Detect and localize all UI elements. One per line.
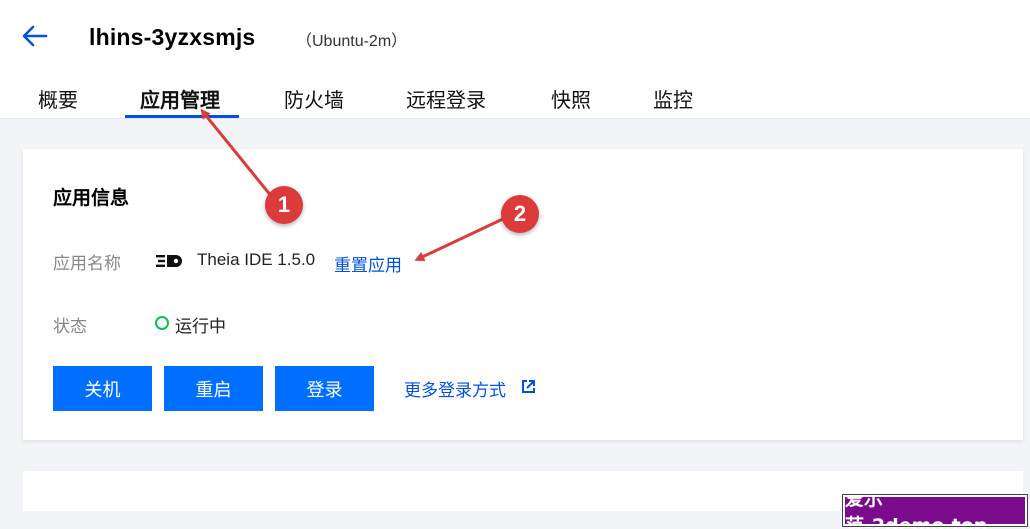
instance-os: （Ubuntu-2m） — [296, 33, 408, 50]
annotation-badge-1: 1 — [265, 186, 303, 224]
instance-title: lhins-3yzxsmjs — [89, 24, 256, 50]
status-running-icon — [155, 316, 169, 330]
top-bar: lhins-3yzxsmjs （Ubuntu-2m） 概要 应用管理 防火墙 远… — [0, 0, 1030, 119]
tab-monitoring[interactable]: 监控 — [653, 84, 693, 113]
status-value: 运行中 — [175, 317, 226, 336]
tab-overview[interactable]: 概要 — [38, 84, 78, 113]
tab-app-management[interactable]: 应用管理 — [140, 84, 220, 113]
shutdown-button[interactable]: 关机 — [53, 366, 152, 411]
active-tab-indicator — [125, 115, 239, 118]
watermark: 爱示范-2demo.top — [842, 488, 1028, 529]
external-link-icon[interactable] — [521, 379, 536, 394]
app-info-card: 应用信息 应用名称 Theia IDE 1.5.0 重置应用 状态 运行中 关机… — [23, 149, 1023, 440]
restart-button[interactable]: 重启 — [164, 366, 263, 411]
annotation-badge-2: 2 — [501, 195, 539, 233]
theia-logo-icon — [156, 255, 182, 267]
card-title: 应用信息 — [53, 188, 130, 209]
tab-remote-login[interactable]: 远程登录 — [406, 84, 486, 113]
more-login-methods-link[interactable]: 更多登录方式 — [404, 376, 506, 401]
reset-app-link[interactable]: 重置应用 — [334, 251, 402, 276]
tab-firewall[interactable]: 防火墙 — [284, 84, 344, 113]
app-name-value: Theia IDE 1.5.0 — [197, 250, 316, 269]
app-name-label: 应用名称 — [53, 254, 121, 273]
back-arrow-icon[interactable] — [20, 24, 48, 48]
tab-bar: 概要 应用管理 防火墙 远程登录 快照 监控 — [0, 84, 1030, 119]
login-button[interactable]: 登录 — [275, 366, 374, 411]
tab-snapshot[interactable]: 快照 — [551, 84, 591, 113]
status-label: 状态 — [53, 317, 87, 336]
